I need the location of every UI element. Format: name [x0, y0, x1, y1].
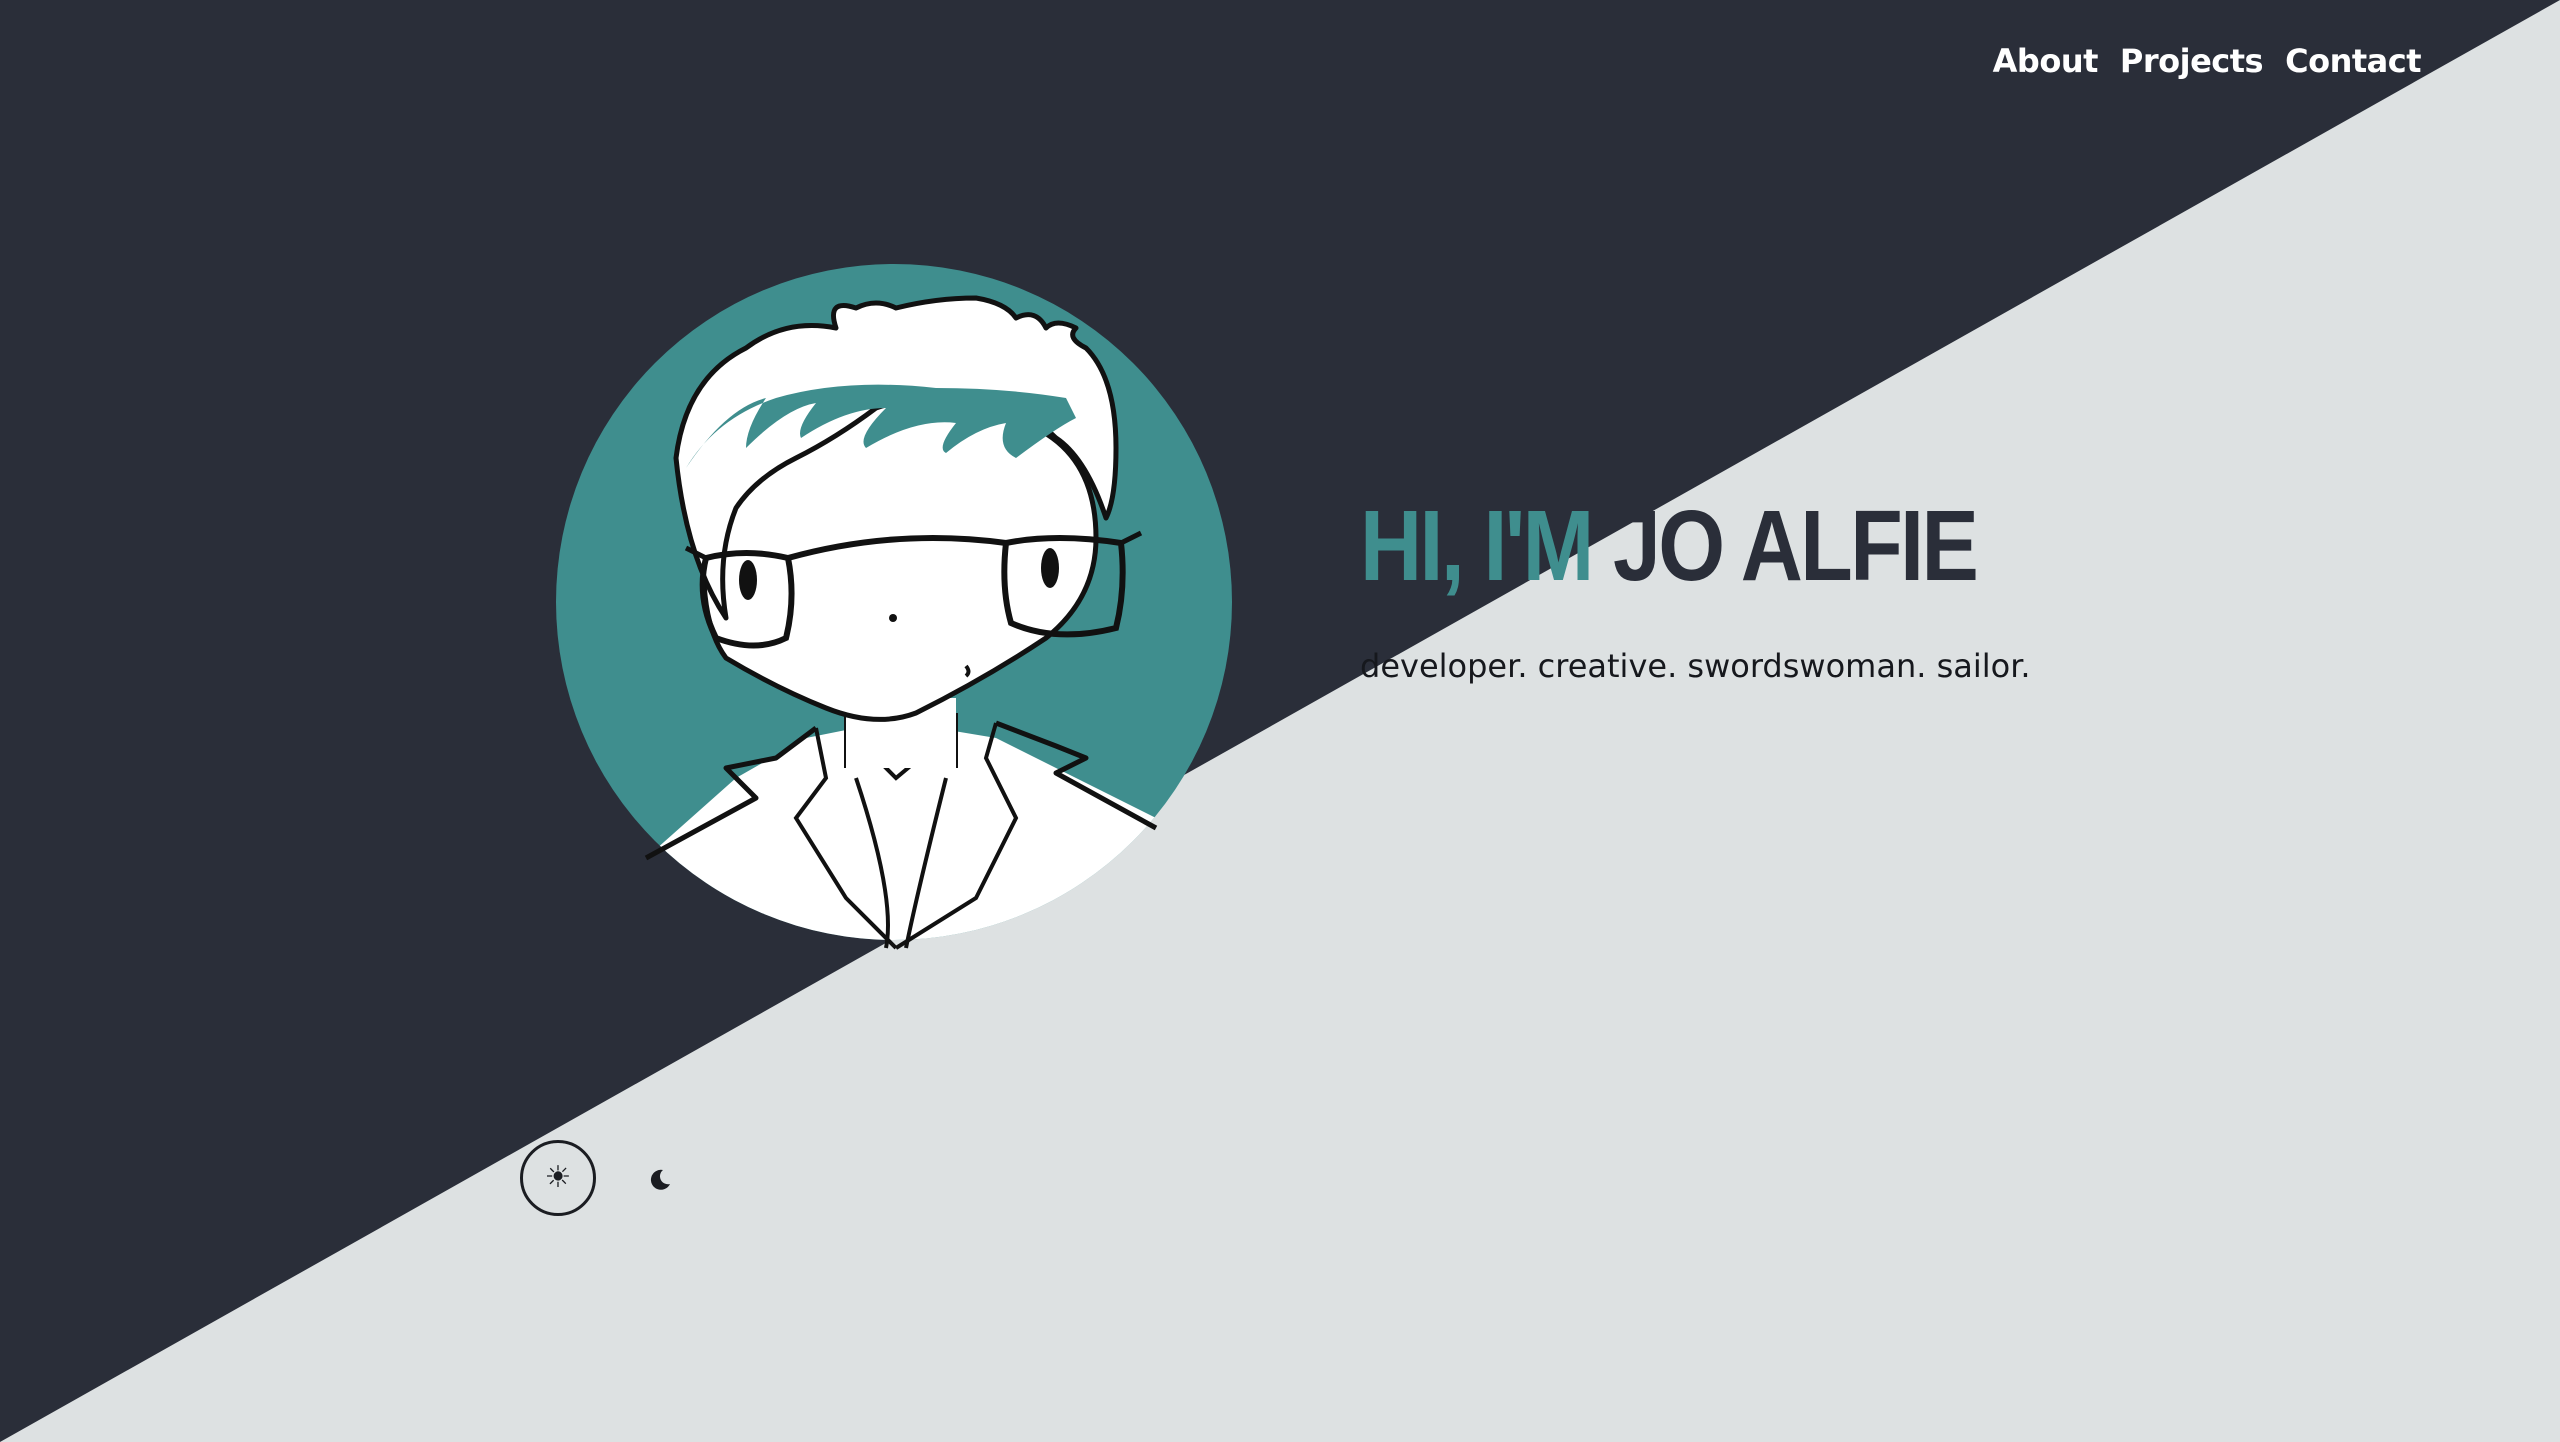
diagonal-background — [0, 0, 2560, 1442]
sun-icon: ☀ — [544, 1160, 572, 1195]
nav-link-projects[interactable]: Projects — [2120, 42, 2264, 80]
nav-link-about[interactable]: About — [1993, 42, 2099, 80]
dark-theme-button[interactable] — [640, 1160, 680, 1200]
hero-title-greeting: HI, I'M — [1360, 490, 1594, 602]
hero-title: HI, I'M JO ALFIE — [1360, 496, 1979, 596]
moon-icon — [650, 1169, 670, 1190]
light-theme-button[interactable]: ☀ — [520, 1140, 596, 1216]
hero-title-name: JO ALFIE — [1591, 490, 1979, 602]
avatar-illustration — [556, 264, 1232, 950]
main-nav: About Projects Contact — [1993, 42, 2422, 80]
hero-tagline: developer. creative. swordswoman. sailor… — [1360, 647, 2031, 685]
nav-link-contact[interactable]: Contact — [2285, 42, 2421, 80]
